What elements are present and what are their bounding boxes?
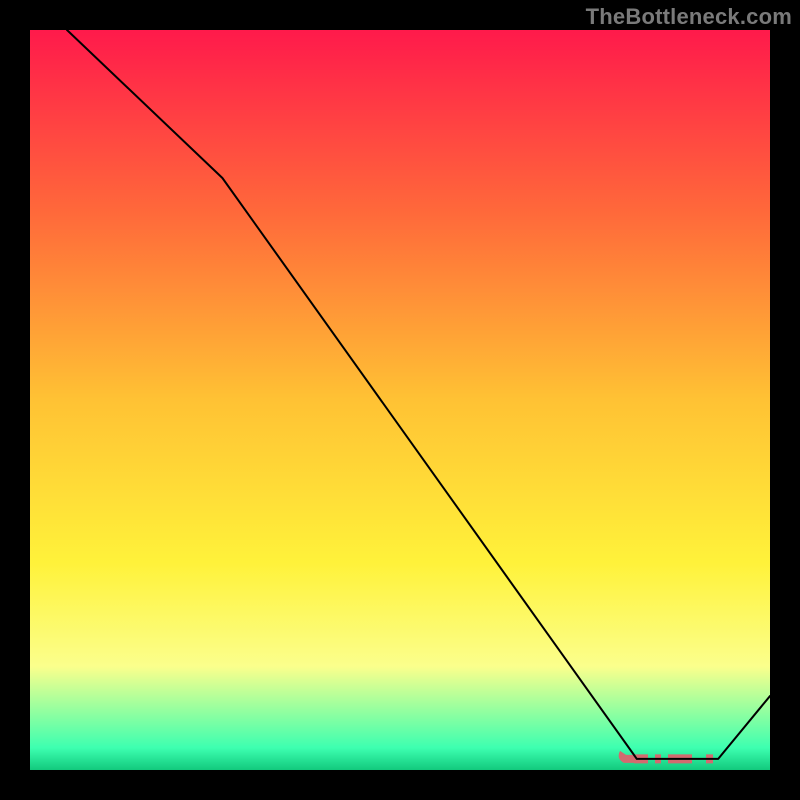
gradient-background [30, 30, 770, 770]
attribution-label: TheBottleneck.com [586, 4, 792, 30]
chart-stage: TheBottleneck.com [0, 0, 800, 800]
plot-area [30, 30, 770, 770]
chart-svg [30, 30, 770, 770]
